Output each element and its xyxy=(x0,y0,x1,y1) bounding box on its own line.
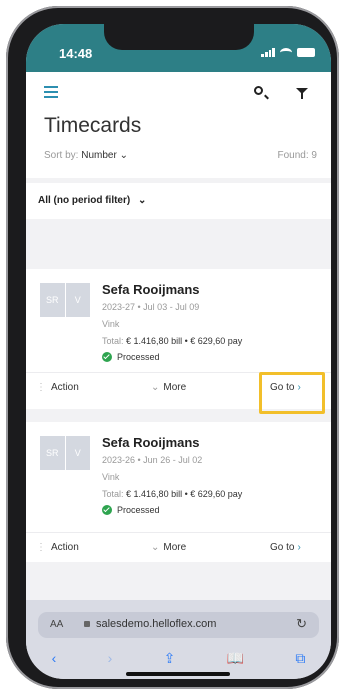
total-amounts: Total: € 1.416,80 bill • € 629,60 pay xyxy=(102,489,242,499)
status-label: Processed xyxy=(117,352,160,362)
timecard[interactable]: SR V Sefa Rooijmans 2023-26 • Jun 26 - J… xyxy=(26,422,331,562)
signal-icon xyxy=(261,48,275,57)
sort-by-control[interactable]: Sort by: Number ⌄ xyxy=(44,150,128,161)
period-filter[interactable]: All (no period filter) ⌄ xyxy=(38,195,146,206)
total-label: Total: xyxy=(102,336,124,346)
avatar-initials: SR xyxy=(40,436,65,470)
total-value: € 1.416,80 bill • € 629,60 pay xyxy=(126,336,243,346)
check-circle-icon xyxy=(102,352,112,362)
card-actions: ⋮ Action ⌄ More Go to › xyxy=(26,532,331,563)
share-icon[interactable]: ⇪ xyxy=(164,650,176,670)
group-name: Vink xyxy=(102,319,120,329)
more-vertical-icon: ⋮ xyxy=(36,542,46,553)
total-value: € 1.416,80 bill • € 629,60 pay xyxy=(126,489,243,499)
home-indicator xyxy=(126,672,230,676)
more-vertical-icon: ⋮ xyxy=(36,382,46,393)
battery-icon xyxy=(297,48,315,57)
employee-name[interactable]: Sefa Rooijmans xyxy=(102,282,200,297)
action-button[interactable]: ⋮ Action xyxy=(36,542,79,553)
forward-icon[interactable]: › xyxy=(108,650,113,670)
top-toolbar xyxy=(26,72,331,112)
status-time: 14:48 xyxy=(59,46,93,61)
back-icon[interactable]: ‹ xyxy=(52,650,57,670)
more-label: More xyxy=(163,382,187,393)
status-label: Processed xyxy=(117,505,160,515)
wifi-icon xyxy=(280,48,292,57)
status-bar: 14:48 xyxy=(26,24,331,72)
chevron-down-icon: ⌄ xyxy=(119,150,128,161)
app-content: Timecards Sort by: Number ⌄ Found: 9 All… xyxy=(26,72,331,600)
total-label: Total: xyxy=(102,489,124,499)
chevron-right-icon: › xyxy=(297,542,301,553)
period-range: 2023-26 • Jun 26 - Jul 02 xyxy=(102,455,203,465)
group-name: Vink xyxy=(102,472,120,482)
more-button[interactable]: ⌄ More xyxy=(151,382,186,393)
avatar-badge: V xyxy=(65,283,90,317)
tabs-icon[interactable]: ⧉ xyxy=(295,650,305,670)
sort-label: Sort by: xyxy=(44,150,79,161)
period-filter-label: All (no period filter) xyxy=(38,195,131,206)
page-title: Timecards xyxy=(44,114,142,137)
sort-value[interactable]: Number xyxy=(81,150,117,161)
goto-highlight xyxy=(259,372,325,414)
timecard[interactable]: SR V Sefa Rooijmans 2023-27 • Jul 03 - J… xyxy=(26,269,331,414)
reload-icon[interactable]: ↻ xyxy=(296,616,307,632)
page-header: Timecards Sort by: Number ⌄ Found: 9 xyxy=(26,112,331,178)
avatar: SR V xyxy=(40,283,90,317)
bookmarks-icon[interactable]: 📖 xyxy=(227,650,244,670)
status-icons xyxy=(261,48,315,57)
reader-settings-button[interactable]: AA xyxy=(50,619,63,630)
menu-icon[interactable] xyxy=(44,86,58,98)
filter-icon[interactable] xyxy=(296,88,308,99)
phone-frame: 14:48 Timecards Sort by: Number ⌄ Found:… xyxy=(6,6,339,689)
chevron-down-icon: ⌄ xyxy=(151,542,160,553)
period-filter-bar[interactable]: All (no period filter) ⌄ xyxy=(26,183,331,219)
check-circle-icon xyxy=(102,505,112,515)
browser-toolbar: AA salesdemo.helloflex.com ↻ ‹ › ⇪ 📖 ⧉ xyxy=(26,600,331,679)
more-button[interactable]: ⌄ More xyxy=(151,542,186,553)
address-bar[interactable]: AA salesdemo.helloflex.com ↻ xyxy=(38,612,319,638)
avatar: SR V xyxy=(40,436,90,470)
total-amounts: Total: € 1.416,80 bill • € 629,60 pay xyxy=(102,336,242,346)
employee-name[interactable]: Sefa Rooijmans xyxy=(102,435,200,450)
goto-label: Go to xyxy=(270,542,295,553)
avatar-badge: V xyxy=(65,436,90,470)
action-button[interactable]: ⋮ Action xyxy=(36,382,79,393)
chevron-down-icon: ⌄ xyxy=(138,195,147,206)
action-label: Action xyxy=(51,382,79,393)
lock-icon xyxy=(84,621,90,627)
avatar-initials: SR xyxy=(40,283,65,317)
action-label: Action xyxy=(51,542,79,553)
goto-button[interactable]: Go to › xyxy=(270,542,301,553)
status-badge: Processed xyxy=(102,505,160,515)
chevron-down-icon: ⌄ xyxy=(151,382,160,393)
found-count: Found: 9 xyxy=(277,150,317,161)
more-label: More xyxy=(163,542,187,553)
notch xyxy=(104,24,254,50)
search-icon[interactable] xyxy=(254,86,263,95)
period-range: 2023-27 • Jul 03 - Jul 09 xyxy=(102,302,200,312)
phone-screen: 14:48 Timecards Sort by: Number ⌄ Found:… xyxy=(26,24,331,679)
status-badge: Processed xyxy=(102,352,160,362)
url-text[interactable]: salesdemo.helloflex.com xyxy=(96,618,216,630)
browser-nav: ‹ › ⇪ 📖 ⧉ xyxy=(26,650,331,670)
